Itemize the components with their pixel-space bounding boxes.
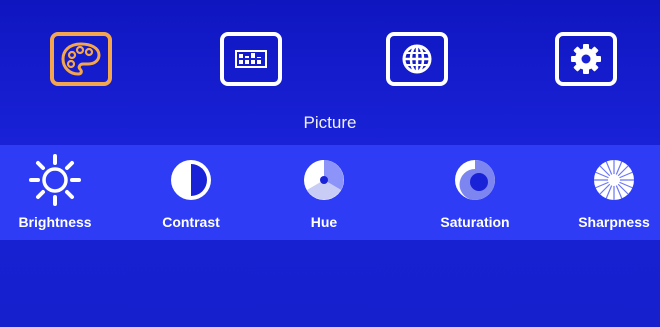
menu-item-saturation[interactable]: Saturation [420, 152, 530, 230]
menu-item-contrast[interactable]: Contrast [136, 152, 246, 230]
globe-icon [402, 44, 432, 74]
tab-display[interactable] [220, 32, 282, 86]
menu-item-label: Brightness [18, 214, 92, 230]
contrast-icon [171, 160, 211, 200]
saturation-icon [455, 160, 495, 200]
menu-title: Picture [303, 113, 357, 132]
tab-picture[interactable] [50, 32, 112, 86]
palette-icon [61, 42, 101, 76]
equalizer-icon [235, 50, 267, 68]
menu-item-label: Sharpness [578, 214, 650, 230]
menu-item-label: Contrast [162, 214, 220, 230]
menu-item-sharpness[interactable]: Sharpness [559, 152, 660, 230]
menu-item-brightness[interactable]: Brightness [0, 152, 110, 230]
menu-item-label: Hue [310, 214, 338, 230]
sharpness-icon [594, 160, 634, 200]
osd-menu-screen: Picture Brightness Contrast Hue Saturati… [0, 0, 660, 327]
menu-item-hue[interactable]: Hue [269, 152, 379, 230]
tab-settings[interactable] [555, 32, 617, 86]
tab-language[interactable] [386, 32, 448, 86]
hue-icon [304, 160, 344, 200]
sun-icon [29, 154, 81, 206]
menu-item-label: Saturation [440, 214, 510, 230]
gear-icon [571, 44, 601, 74]
